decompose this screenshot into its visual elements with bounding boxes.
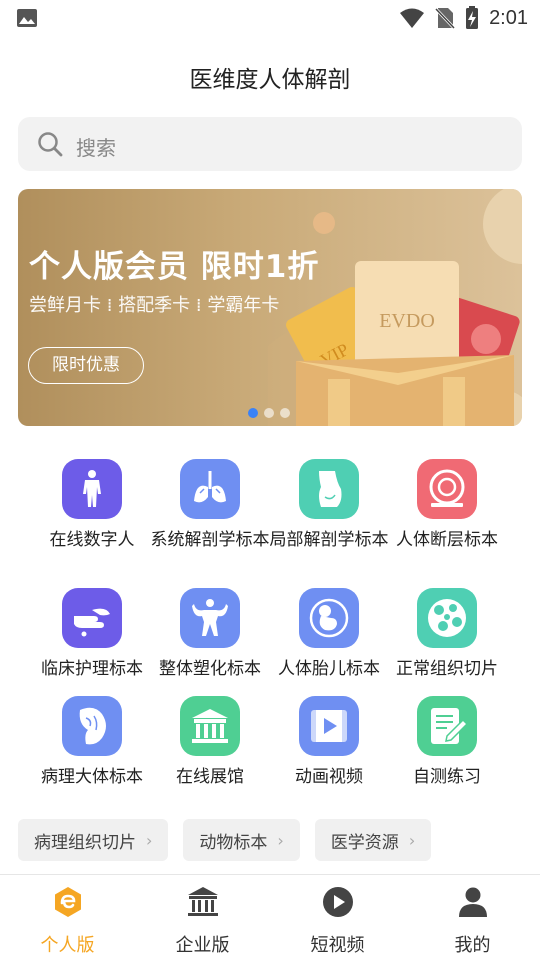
carousel-dot[interactable] [280,408,290,418]
grid-item-label: 系统解剖学标本 [150,530,270,550]
carousel-dot[interactable] [248,408,258,418]
personal-icon [54,887,81,917]
banner-title: 个人版会员 限时1折 [29,249,320,285]
carousel-dot[interactable] [264,408,274,418]
lungs-icon [180,459,240,519]
human-body-icon [62,459,122,519]
chevron-right-icon: › [277,830,284,850]
nav-label: 企业版 [175,935,230,956]
page-title: 医维度人体解剖 [189,67,351,93]
grid-item-digital-human[interactable]: 在线数字人 [27,459,157,551]
chevron-right-icon: › [146,830,153,850]
museum-icon [180,696,240,756]
ct-scanner-icon [417,459,477,519]
tag-animal-specimens[interactable]: 动物标本 › [183,819,300,861]
banner-subtitle: 尝鲜月卡 ⁞ 搭配季卡 ⁞ 学霸年卡 [29,295,280,316]
chevron-right-icon: › [408,830,416,850]
grid-item-plastination[interactable]: 整体塑化标本 [145,588,275,680]
fetus-icon [299,588,359,648]
grid-item-animation-video[interactable]: 动画视频 [264,696,394,788]
limited-offer-button[interactable]: 限时优惠 [28,347,144,384]
tag-label: 医学资源 [330,832,399,853]
image-notification-icon [17,9,37,27]
play-icon [322,887,353,917]
video-icon [299,696,359,756]
gift-box-illustration: VIP EVDO [268,189,522,426]
torso-icon [299,459,359,519]
grid-item-self-test[interactable]: 自测练习 [382,696,512,788]
grid-item-systemic-anatomy[interactable]: 系统解剖学标本 [145,459,275,551]
carousel-indicator [248,408,290,418]
user-icon [458,887,487,917]
grid-item-label: 局部解剖学标本 [269,530,389,550]
muscle-figure-icon [180,588,240,648]
grid-item-label: 病理大体标本 [41,767,143,787]
nav-enterprise[interactable]: 企业版 [135,885,270,957]
grid-item-pathology-gross[interactable]: 病理大体标本 [27,696,157,788]
grid-item-cross-section[interactable]: 人体断层标本 [382,459,512,551]
grid-item-label: 自测练习 [413,767,481,787]
grid-item-clinical-nursing[interactable]: 临床护理标本 [27,588,157,680]
hand-icon [62,588,122,648]
grid-item-regional-anatomy[interactable]: 局部解剖学标本 [264,459,394,551]
wifi-icon [400,8,425,28]
grid-item-label: 人体胎儿标本 [278,659,380,679]
grid-item-label: 在线展馆 [176,767,244,787]
tag-label: 病理组织切片 [34,832,136,853]
grid-item-label: 人体断层标本 [396,530,498,550]
quiz-icon [417,696,477,756]
tissue-cells-icon [417,588,477,648]
tag-label: 动物标本 [199,832,268,853]
bank-icon [187,887,218,916]
nav-label: 我的 [454,935,491,956]
no-sim-icon [435,7,456,29]
grid-item-label: 临床护理标本 [41,659,143,679]
grid-item-label: 整体塑化标本 [159,659,261,679]
status-time: 2:01 [489,6,528,29]
category-tags: 病理组织切片 › 动物标本 › 医学资源 › [18,819,432,861]
evdo-card-text: EVDO [379,310,435,332]
grid-item-fetus[interactable]: 人体胎儿标本 [264,588,394,680]
grid-item-online-museum[interactable]: 在线展馆 [145,696,275,788]
status-bar: 2:01 [0,0,540,36]
search-input[interactable]: 搜索 [18,117,522,171]
nav-label: 个人版 [40,935,95,956]
nav-short-video[interactable]: 短视频 [270,885,405,957]
nav-mine[interactable]: 我的 [405,885,540,957]
tag-pathology-slices[interactable]: 病理组织切片 › [18,819,169,861]
grid-item-normal-tissue[interactable]: 正常组织切片 [382,588,512,680]
grid-item-label: 动画视频 [295,767,363,787]
promo-banner[interactable]: VIP EVDO 个人版会员 限时1折 尝鲜月卡 ⁞ 搭配季卡 ⁞ 学霸年卡 限… [18,189,522,426]
tag-medical-resources[interactable]: 医学资源 › [314,819,432,861]
search-icon [38,132,63,157]
battery-charging-icon [466,6,479,29]
grid-item-label: 在线数字人 [49,530,135,550]
nav-personal[interactable]: 个人版 [0,885,135,957]
nav-label: 短视频 [310,935,365,956]
pathology-organ-icon [62,696,122,756]
grid-item-label: 正常组织切片 [396,659,498,679]
bottom-nav: 个人版 企业版 短视频 我的 [0,874,540,960]
search-placeholder: 搜索 [76,136,116,160]
